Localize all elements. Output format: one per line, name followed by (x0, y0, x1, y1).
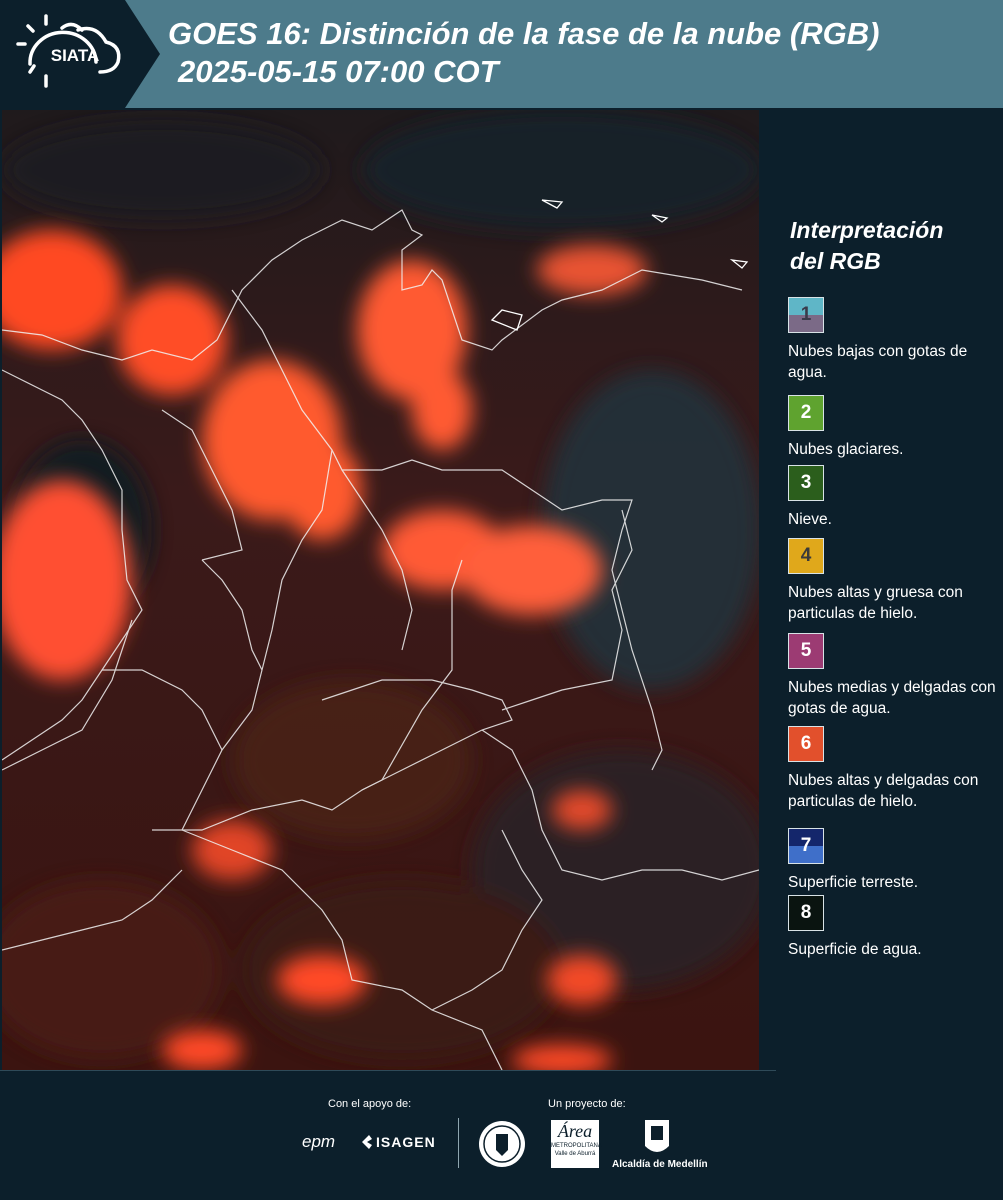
page-subtitle-datetime: 2025-05-15 07:00 COT (178, 54, 499, 89)
project-label: Un proyecto de: (548, 1098, 626, 1110)
alcaldia-label: Alcaldía de Medellín (612, 1159, 708, 1170)
legend-label: Nubes altas y gruesa con particulas de h… (788, 584, 963, 622)
legend-item: 6 Nubes altas y delgadas con particulas d… (788, 726, 1003, 812)
legend-item: 5 Nubes medias y delgadas con gotas de ag… (788, 633, 1003, 719)
legend-item: 1 Nubes bajas con gotas de agua. (788, 297, 1003, 383)
footer-divider (0, 1070, 776, 1071)
legend-item: 8 Superficie de agua. (788, 895, 1003, 960)
legend-swatch: 5 (788, 633, 824, 669)
legend-number: 4 (800, 545, 812, 566)
siata-logo-text: SIATA (51, 46, 99, 65)
area-metropolitana-logo: Área METROPOLITANA Valle de Aburrá (551, 1120, 602, 1168)
legend-title-line1: Interpretación (790, 217, 944, 243)
satellite-map-svg (2, 110, 759, 1070)
legend-number: 8 (800, 902, 812, 923)
area-logo-sub2: Valle de Aburrá (554, 1151, 596, 1157)
legend-item: 7 Superficie terreste. (788, 828, 1003, 893)
legend-number: 1 (800, 304, 812, 325)
isagen-logo-icon (362, 1135, 372, 1149)
legend-number: 2 (800, 402, 812, 423)
legend-label: Superficie terreste. (788, 874, 919, 891)
legend-swatch: 3 (788, 465, 824, 501)
legend-swatch: 1 (788, 297, 824, 333)
legend-label: Nubes bajas con gotas de agua. (788, 343, 968, 381)
legend-item: 3 Nieve. (788, 465, 1003, 530)
isagen-logo: ISAGEN (376, 1134, 436, 1150)
seal-logo-icon (479, 1121, 525, 1167)
area-logo-title: Área (557, 1121, 593, 1141)
legend-number: 3 (800, 472, 812, 493)
legend-swatch: 6 (788, 726, 824, 762)
legend-number: 5 (800, 640, 812, 661)
satellite-rgb-image (2, 110, 759, 1070)
footer: Con el apoyo de: Un proyecto de: epm ISA… (0, 1070, 1003, 1200)
siata-logo-block: SIATA (0, 0, 160, 108)
legend-swatch: 7 (788, 828, 824, 864)
support-label: Con el apoyo de: (328, 1098, 412, 1110)
legend-swatch: 4 (788, 538, 824, 574)
legend-number: 7 (800, 835, 812, 856)
legend-panel: Interpretación del RGB 1 Nubes bajas con … (760, 110, 1003, 1070)
area-logo-sub1: METROPOLITANA (551, 1143, 602, 1149)
legend-swatch: 8 (788, 895, 824, 931)
legend-item: 2 Nubes glaciares. (788, 395, 1003, 460)
legend-title: Interpretación del RGB (790, 215, 943, 277)
epm-logo-text: epm (302, 1132, 336, 1151)
header-bar: SIATA GOES 16: Distinción de la fase de … (0, 0, 1003, 108)
epm-logo: epm (302, 1132, 335, 1152)
footer-separator (458, 1118, 459, 1168)
legend-label: Nubes medias y delgadas con gotas de agu… (788, 679, 996, 717)
legend-number: 6 (800, 733, 812, 754)
page-title: GOES 16: Distinción de la fase de la nub… (168, 16, 880, 51)
legend-swatch: 2 (788, 395, 824, 431)
legend-label: Nubes glaciares. (788, 441, 904, 458)
legend-title-line2: del RGB (790, 248, 881, 274)
legend-item: 4 Nubes altas y gruesa con particulas de … (788, 538, 1003, 624)
legend-label: Nieve. (788, 511, 832, 528)
legend-label: Nubes altas y delgadas con particulas de… (788, 772, 979, 810)
legend-label: Superficie de agua. (788, 941, 922, 958)
medellin-shield-icon (645, 1120, 669, 1152)
